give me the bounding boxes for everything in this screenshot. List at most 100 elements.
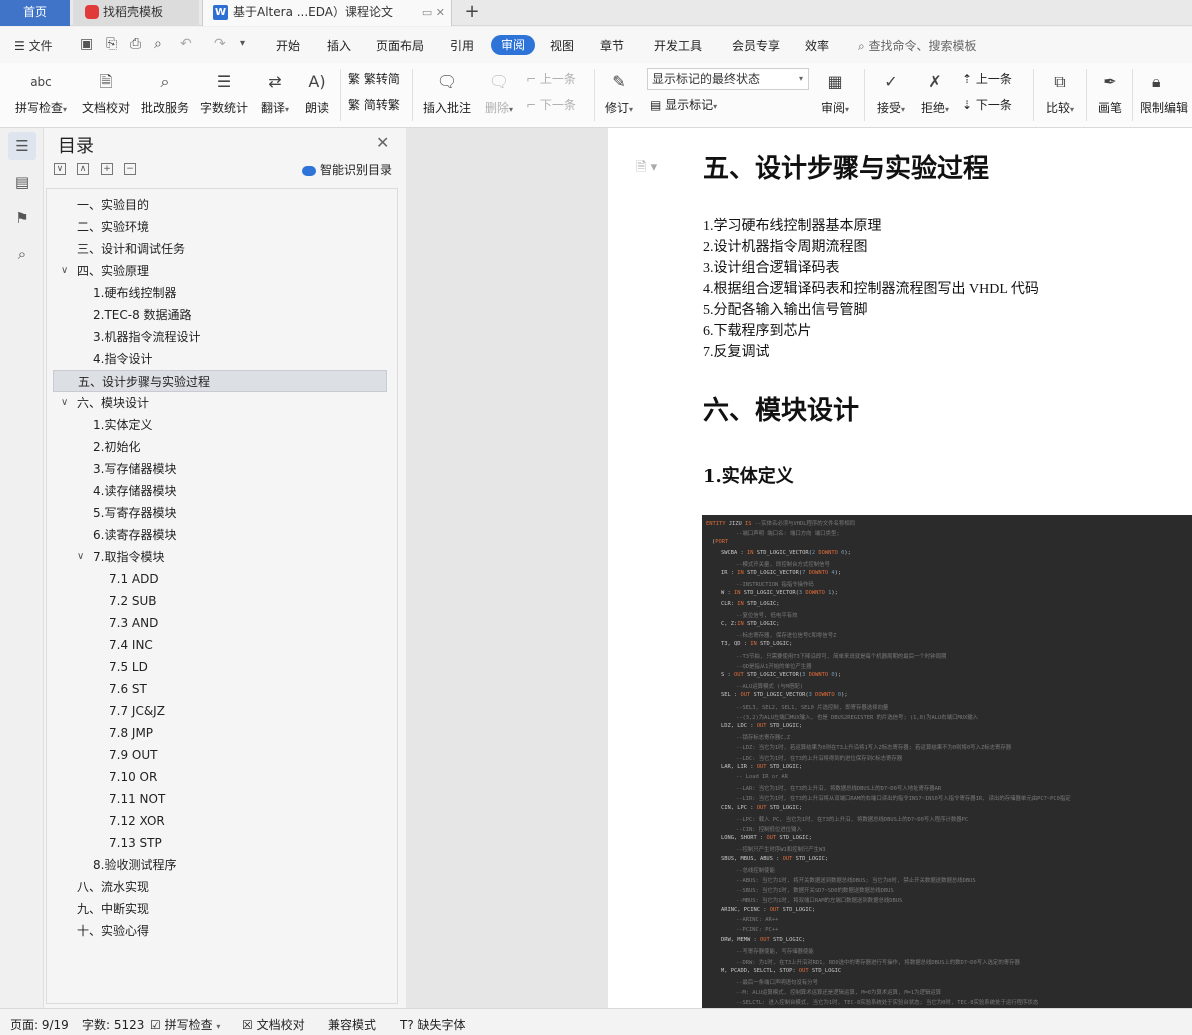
accept-button[interactable]: ✓ 接受▾ bbox=[872, 69, 910, 116]
proofread-button[interactable]: 🗎 文档校对 bbox=[80, 69, 132, 116]
show-markup-button[interactable]: ▤ 显示标记▾ bbox=[650, 96, 717, 113]
tab-template[interactable]: 找稻壳模板 bbox=[73, 0, 199, 26]
save-icon[interactable]: ▣ bbox=[80, 36, 93, 52]
toc-item[interactable]: 8.验收测试程序 bbox=[53, 854, 387, 876]
spellcheck-button[interactable]: abc 拼写检查▾ bbox=[12, 69, 70, 116]
delete-comment-button[interactable]: 🗨 删除▾ bbox=[480, 69, 518, 116]
track-changes-button[interactable]: ✎ 修订▾ bbox=[600, 69, 638, 116]
toc-item[interactable]: 7.7 JC&JZ bbox=[53, 700, 387, 722]
toc-item[interactable]: 二、实验环境 bbox=[53, 216, 387, 238]
menu-tab-chapter[interactable]: 章节 bbox=[600, 37, 624, 54]
menu-tab-reference[interactable]: 引用 bbox=[450, 37, 474, 54]
menu-tab-review[interactable]: 审阅 bbox=[491, 35, 535, 55]
toc-item[interactable]: ∨ 7.取指令模块 bbox=[53, 546, 387, 568]
toc-item[interactable]: 4.指令设计 bbox=[53, 348, 387, 370]
toc-item[interactable]: 7.6 ST bbox=[53, 678, 387, 700]
page-indicator[interactable]: 页面: 9/19 bbox=[10, 1016, 69, 1033]
menu-tab-efficiency[interactable]: 效率 bbox=[805, 37, 829, 54]
toc-item[interactable]: 7.1 ADD bbox=[53, 568, 387, 590]
toc-item[interactable]: 九、中断实现 bbox=[53, 898, 387, 920]
trad-to-simp-button[interactable]: 繁 繁转简 bbox=[348, 70, 400, 87]
toc-item[interactable]: 7.11 NOT bbox=[53, 788, 387, 810]
toc-item[interactable]: 2.TEC-8 数据通路 bbox=[53, 304, 387, 326]
status-spellcheck[interactable]: ☑ 拼写检查 ▾ bbox=[150, 1016, 220, 1033]
file-menu[interactable]: ☰ 文件 bbox=[14, 37, 53, 54]
tab-home[interactable]: 首页 bbox=[0, 0, 70, 26]
collapse-all-icon[interactable]: ∨ bbox=[54, 163, 66, 175]
tab-window-close-icon[interactable]: ▭ ✕ bbox=[422, 0, 445, 25]
next-change-button[interactable]: ⇣ 下一条 bbox=[962, 96, 1012, 113]
word-count[interactable]: 字数: 5123 bbox=[82, 1016, 144, 1033]
toc-item[interactable]: 7.12 XOR bbox=[53, 810, 387, 832]
review-pane-button[interactable]: ▦ 审阅▾ bbox=[816, 69, 854, 116]
toc-item[interactable]: 7.13 STP bbox=[53, 832, 387, 854]
toc-item[interactable]: 1.硬布线控制器 bbox=[53, 282, 387, 304]
compare-button[interactable]: ⧉ 比较▾ bbox=[1040, 69, 1080, 116]
chevron-down-icon[interactable]: ∨ bbox=[61, 392, 68, 414]
menu-tab-view[interactable]: 视图 bbox=[550, 37, 574, 54]
expand-up-icon[interactable]: ∧ bbox=[77, 163, 89, 175]
reject-button[interactable]: ✗ 拒绝▾ bbox=[916, 69, 954, 116]
prev-change-button[interactable]: ⇡ 上一条 bbox=[962, 70, 1012, 87]
chevron-down-icon[interactable]: ∨ bbox=[77, 546, 84, 568]
toc-item[interactable]: 十、实验心得 bbox=[53, 920, 387, 942]
toc-item[interactable]: 7.2 SUB bbox=[53, 590, 387, 612]
menu-tab-member[interactable]: 会员专享 bbox=[732, 37, 780, 54]
bookmark-icon[interactable]: ⚑ bbox=[8, 204, 36, 232]
toc-item[interactable]: 2.初始化 bbox=[53, 436, 387, 458]
tab-document[interactable]: W 基于Altera ...EDA）课程论文 ▭ ✕ bbox=[202, 0, 452, 26]
toc-panel-icon[interactable]: ☰ bbox=[8, 132, 36, 160]
chapter-panel-icon[interactable]: ▤ bbox=[8, 168, 36, 196]
restrict-editing-button[interactable]: 🔒︎ 限制编辑 bbox=[1140, 69, 1192, 116]
document-mark-icon[interactable]: 🗎 ▾ bbox=[636, 158, 657, 180]
command-search[interactable]: ⌕ 查找命令、搜索模板 bbox=[858, 37, 977, 54]
menu-tab-layout[interactable]: 页面布局 bbox=[376, 37, 424, 54]
chevron-down-icon[interactable]: ∨ bbox=[61, 260, 68, 282]
close-icon[interactable]: ✕ bbox=[376, 133, 389, 152]
redo-icon[interactable]: ↷ bbox=[214, 36, 226, 52]
batch-service-button[interactable]: ⌕ 批改服务 bbox=[139, 69, 191, 116]
status-proofread[interactable]: ☒ 文档校对 bbox=[242, 1016, 305, 1033]
smart-toc-button[interactable]: 智能识别目录 bbox=[302, 161, 392, 178]
read-aloud-button[interactable]: A) 朗读 bbox=[300, 69, 334, 116]
toc-item[interactable]: 7.8 JMP bbox=[53, 722, 387, 744]
quick-access-more-icon[interactable]: ▾ bbox=[240, 38, 245, 49]
next-comment-button[interactable]: ⌐ 下一条 bbox=[526, 96, 576, 113]
remove-heading-icon[interactable]: − bbox=[124, 163, 136, 175]
undo-icon[interactable]: ↶ bbox=[180, 36, 192, 52]
toc-item[interactable]: 6.读寄存器模块 bbox=[53, 524, 387, 546]
add-heading-icon[interactable]: + bbox=[101, 163, 113, 175]
toc-item[interactable]: 5.写寄存器模块 bbox=[53, 502, 387, 524]
toc-item[interactable]: 7.10 OR bbox=[53, 766, 387, 788]
insert-comment-button[interactable]: 🗨 插入批注 bbox=[420, 69, 474, 116]
toc-item[interactable]: 五、设计步骤与实验过程 bbox=[53, 370, 387, 392]
menu-tab-start[interactable]: 开始 bbox=[276, 37, 300, 54]
pen-button[interactable]: ✒ 画笔 bbox=[1094, 69, 1126, 116]
toc-item[interactable]: 4.读存储器模块 bbox=[53, 480, 387, 502]
menu-tab-developer[interactable]: 开发工具 bbox=[654, 37, 702, 54]
toc-item[interactable]: ∨ 六、模块设计 bbox=[53, 392, 387, 414]
toc-item[interactable]: 7.3 AND bbox=[53, 612, 387, 634]
toc-item[interactable]: 八、流水实现 bbox=[53, 876, 387, 898]
toc-item[interactable]: 1.实体定义 bbox=[53, 414, 387, 436]
menu-tab-insert[interactable]: 插入 bbox=[327, 37, 351, 54]
simp-to-trad-button[interactable]: 繁 简转繁 bbox=[348, 96, 400, 113]
print-icon[interactable]: ⎙ bbox=[130, 36, 141, 52]
toc-item[interactable]: ∨ 四、实验原理 bbox=[53, 260, 387, 282]
missing-font[interactable]: T? 缺失字体 bbox=[400, 1016, 466, 1033]
toc-item[interactable]: 7.4 INC bbox=[53, 634, 387, 656]
prev-comment-button[interactable]: ⌐ 上一条 bbox=[526, 70, 576, 87]
word-count-button[interactable]: ☰ 字数统计 bbox=[198, 69, 250, 116]
toc-item[interactable]: 7.9 OUT bbox=[53, 744, 387, 766]
toc-item[interactable]: 7.5 LD bbox=[53, 656, 387, 678]
toc-item[interactable]: 3.写存储器模块 bbox=[53, 458, 387, 480]
toc-item[interactable]: 一、实验目的 bbox=[53, 194, 387, 216]
toc-item[interactable]: 三、设计和调试任务 bbox=[53, 238, 387, 260]
toc-item[interactable]: 3.机器指令流程设计 bbox=[53, 326, 387, 348]
print-preview-icon[interactable]: ⌕ bbox=[154, 36, 162, 52]
translate-button[interactable]: ⇄ 翻译▾ bbox=[257, 69, 293, 116]
export-icon[interactable]: ⎘ bbox=[106, 36, 117, 52]
markup-mode-select[interactable]: 显示标记的最终状态 ▾ bbox=[647, 68, 809, 90]
new-tab-button[interactable]: + bbox=[460, 0, 484, 26]
search-icon[interactable]: ⌕ bbox=[8, 240, 36, 268]
